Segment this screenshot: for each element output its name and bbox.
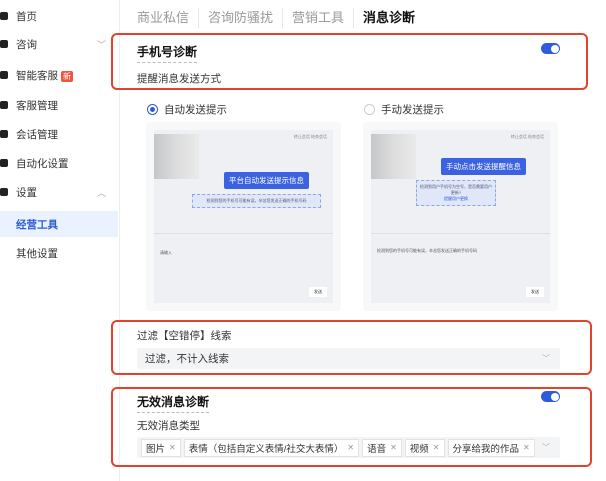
send-method-label: 提醒消息发送方式 bbox=[137, 73, 221, 85]
home-icon bbox=[0, 12, 8, 20]
remove-tag-icon[interactable]: ✕ bbox=[433, 443, 440, 452]
filter-select[interactable]: 过滤，不计入线索 ﹀ bbox=[137, 348, 560, 369]
remove-tag-icon[interactable]: ✕ bbox=[347, 443, 354, 452]
preview-image: 转让会话 结束会话 平台自动发送提示信息 检测到您的手机号可能有误，辛苦您发送正… bbox=[154, 130, 333, 303]
radio-manual-send[interactable]: 手动发送提示 bbox=[364, 102, 444, 117]
radio-selected-icon bbox=[147, 104, 158, 115]
tag-video: 视频 ✕ bbox=[404, 438, 445, 457]
filter-label: 过滤【空错停】线索 bbox=[137, 330, 232, 342]
sidebar-item-session-manage[interactable]: 会话管理 bbox=[0, 121, 118, 147]
preview-highlight-label: 手动点击发送提醒信息 bbox=[441, 158, 526, 175]
blurred-avatar bbox=[371, 134, 416, 179]
radio-unselected-icon bbox=[364, 104, 375, 115]
manual-send-preview[interactable]: 转让会话 结束会话 手动点击发送提醒信息 检测到用户手机号为空号，是否需要用户更… bbox=[363, 122, 558, 311]
sidebar-item-other-settings[interactable]: 其他设置 bbox=[0, 240, 118, 266]
tag-shared-works: 分享给我的作品 ✕ bbox=[447, 438, 535, 457]
remove-tag-icon[interactable]: ✕ bbox=[390, 443, 397, 452]
phone-diagnosis-title: 手机号诊断 bbox=[137, 43, 198, 63]
robot-icon bbox=[0, 71, 8, 79]
tab-message-diagnosis[interactable]: 消息诊断 bbox=[354, 8, 424, 28]
invalid-message-toggle[interactable] bbox=[541, 391, 560, 402]
new-badge: 新 bbox=[61, 70, 73, 82]
sidebar-item-business-tools[interactable]: 经营工具 bbox=[0, 211, 118, 237]
remove-tag-icon[interactable]: ✕ bbox=[169, 443, 176, 452]
blurred-avatar bbox=[154, 134, 199, 179]
phone-diagnosis-toggle[interactable] bbox=[541, 43, 560, 54]
sidebar-item-settings[interactable]: 设置 ︿ bbox=[0, 179, 118, 205]
sidebar-item-automation[interactable]: 自动化设置 bbox=[0, 150, 118, 176]
sidebar-item-service-manage[interactable]: 客服管理 bbox=[0, 92, 118, 118]
remove-tag-icon[interactable]: ✕ bbox=[523, 443, 530, 452]
sidebar-item-label: 智能客服 bbox=[16, 69, 58, 82]
chevron-down-icon: ﹀ bbox=[542, 443, 550, 452]
settings-icon bbox=[0, 188, 8, 196]
preview-bubble: 检测到您的手机号可能有误，辛苦您发送正确的手机号码 bbox=[192, 194, 321, 208]
tag-voice: 语音 ✕ bbox=[362, 438, 402, 457]
preview-highlight-label: 平台自动发送提示信息 bbox=[224, 172, 309, 189]
tag-emoji: 表情（包括自定义表情/社交大表情） ✕ bbox=[183, 438, 360, 457]
tab-bar: 商业私信 咨询防骚扰 营销工具 消息诊断 bbox=[137, 8, 424, 28]
tab-anti-harass[interactable]: 咨询防骚扰 bbox=[199, 8, 284, 28]
sidebar: 首页 咨询 ﹀ 智能客服新 客服管理 会话管理 自动化设置 设置 ︿ 经营工具 其他… bbox=[0, 0, 120, 481]
radio-auto-send[interactable]: 自动发送提示 bbox=[147, 102, 227, 117]
sidebar-item-smart-service[interactable]: 智能客服新 bbox=[0, 62, 118, 88]
automation-icon bbox=[0, 159, 8, 167]
sidebar-item-consult[interactable]: 咨询 ﹀ bbox=[0, 31, 118, 57]
auto-send-preview[interactable]: 转让会话 结束会话 平台自动发送提示信息 检测到您的手机号可能有误，辛苦您发送正… bbox=[146, 122, 341, 311]
sidebar-item-home[interactable]: 首页 bbox=[0, 3, 118, 29]
tag-image: 图片 ✕ bbox=[141, 438, 181, 457]
chevron-down-icon: ﹀ bbox=[96, 39, 106, 50]
chevron-up-icon: ︿ bbox=[96, 187, 106, 198]
invalid-message-title: 无效消息诊断 bbox=[137, 393, 210, 413]
invalid-type-label: 无效消息类型 bbox=[137, 420, 200, 432]
chevron-down-icon: ﹀ bbox=[542, 354, 550, 363]
tab-business-dm[interactable]: 商业私信 bbox=[137, 8, 200, 28]
tab-marketing[interactable]: 营销工具 bbox=[283, 8, 355, 28]
session-icon bbox=[0, 130, 8, 138]
invalid-type-multiselect[interactable]: 图片 ✕ 表情（包括自定义表情/社交大表情） ✕ 语音 ✕ 视频 ✕ 分享给我的作品 ✕ … bbox=[137, 437, 560, 458]
chat-icon bbox=[0, 40, 8, 48]
users-icon bbox=[0, 101, 8, 109]
preview-image: 转让会话 结束会话 手动点击发送提醒信息 检测到用户手机号为空号，是否需要用户更… bbox=[371, 130, 550, 303]
